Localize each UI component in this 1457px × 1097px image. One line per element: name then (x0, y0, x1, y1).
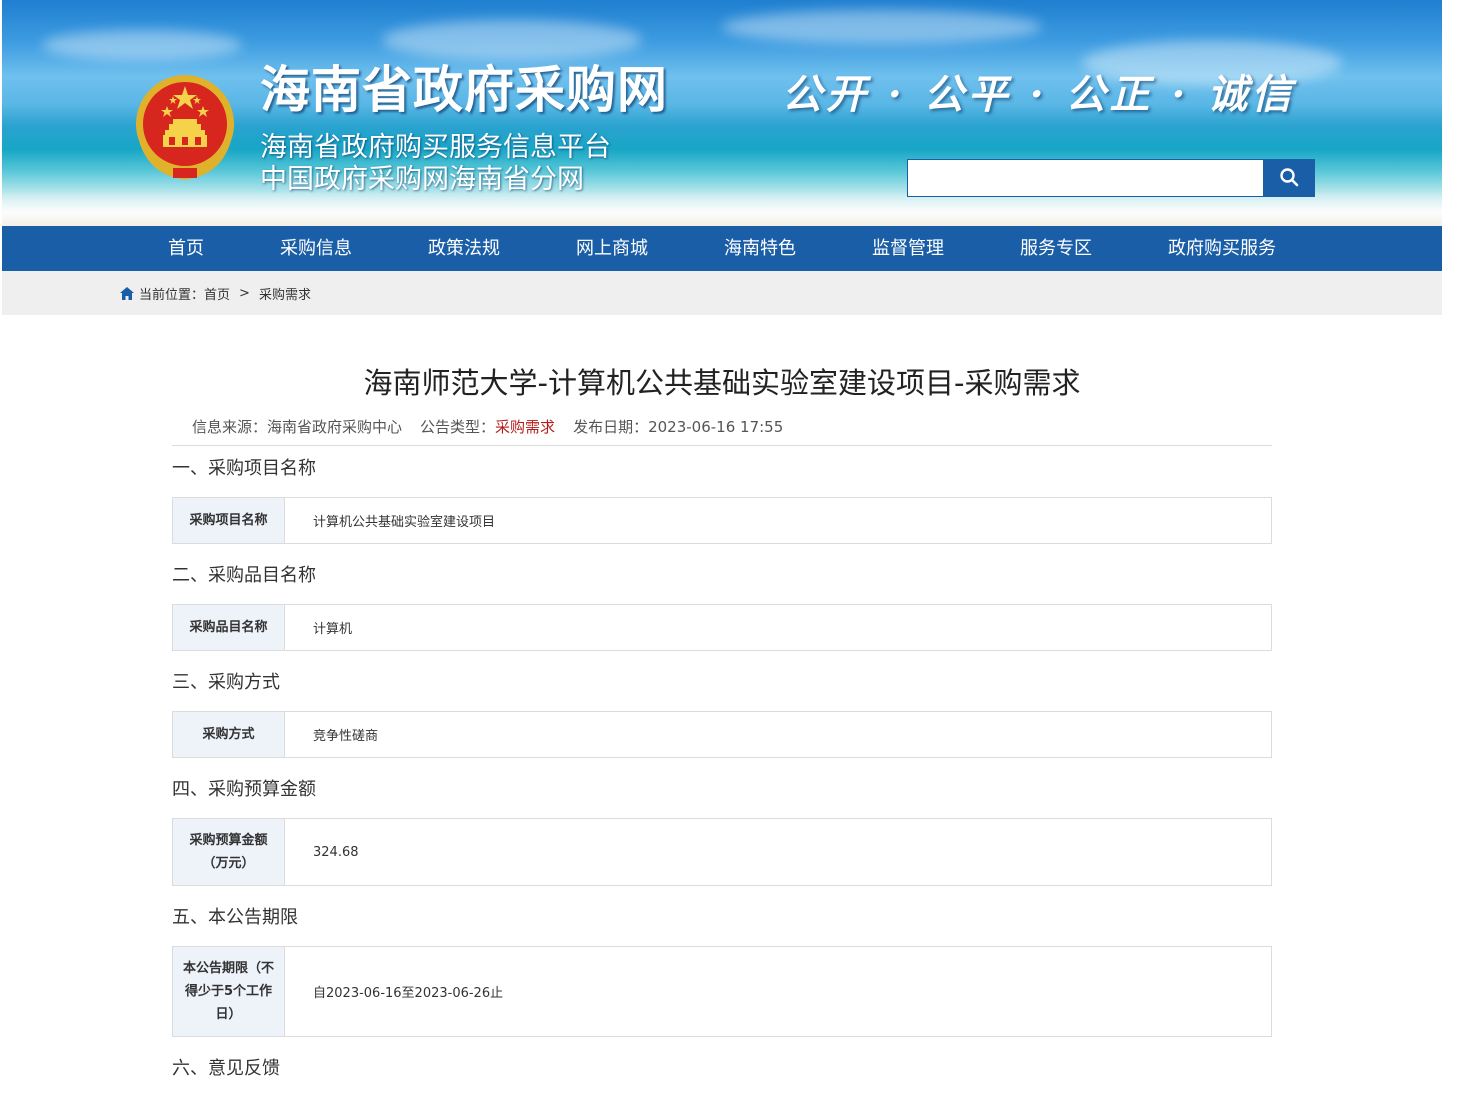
nav-item-online-mall[interactable]: 网上商城 (576, 226, 648, 271)
field-row-method: 采购方式 竞争性磋商 (172, 711, 1272, 758)
breadcrumb-home-link[interactable]: 首页 (204, 284, 230, 303)
field-label: 采购预算金额（万元） (173, 819, 285, 885)
nav-item-policies[interactable]: 政策法规 (428, 226, 500, 271)
field-value: 324.68 (313, 844, 359, 860)
search-icon (1279, 167, 1299, 190)
breadcrumb-current: 采购需求 (258, 287, 311, 303)
nav-item-gov-purchase-services[interactable]: 政府购买服务 (1168, 226, 1276, 271)
section-heading-project-name: 一、采购项目名称 (172, 458, 316, 479)
section-heading-method: 三、采购方式 (172, 672, 280, 693)
search-button[interactable] (1263, 159, 1315, 197)
article-meta: 信息来源：海南省政府采购中心 公告类型：采购需求 发布日期：2023-06-16 1… (172, 416, 1272, 438)
publish-date-value: 2023-06-16 17:55 (648, 418, 784, 436)
site-subtitle-branch: 中国政府采购网海南省分网 (260, 164, 584, 195)
source-label: 信息来源： (192, 418, 268, 436)
breadcrumb-separator: > (239, 285, 250, 301)
field-value: 竞争性磋商 (313, 729, 379, 744)
field-label: 采购项目名称 (173, 498, 285, 543)
divider (172, 445, 1272, 446)
field-value: 自2023-06-16至2023-06-26止 (313, 986, 504, 1001)
nav-item-hainan-features[interactable]: 海南特色 (724, 226, 796, 271)
main-nav: 首页 采购信息 政策法规 网上商城 海南特色 监督管理 服务专区 政府购买服务 (2, 226, 1442, 271)
field-label: 采购品目名称 (173, 605, 285, 650)
notice-type-label: 公告类型： (420, 418, 496, 436)
header-banner: 海南省政府采购网 海南省政府购买服务信息平台 中国政府采购网海南省分网 公开 ·… (2, 0, 1442, 226)
breadcrumb-bar: 当前位置： 首页 > 采购需求 (2, 271, 1442, 315)
section-heading-notice-period: 五、本公告期限 (172, 907, 298, 928)
breadcrumb: 当前位置： 首页 > 采购需求 (120, 271, 311, 315)
home-icon (120, 286, 134, 300)
page: 海南省政府采购网 海南省政府购买服务信息平台 中国政府采购网海南省分网 公开 ·… (2, 0, 1442, 315)
notice-type-value: 采购需求 (495, 418, 556, 436)
section-heading-budget: 四、采购预算金额 (172, 779, 316, 800)
field-value: 计算机公共基础实验室建设项目 (313, 515, 496, 530)
article-title: 海南师范大学-计算机公共基础实验室建设项目-采购需求 (363, 366, 1081, 400)
national-emblem-icon (133, 72, 237, 180)
publish-date-label: 发布日期： (573, 418, 649, 436)
field-label: 本公告期限（不得少于5个工作日） (173, 947, 285, 1036)
nav-item-supervision[interactable]: 监督管理 (872, 226, 944, 271)
article: 海南师范大学-计算机公共基础实验室建设项目-采购需求 信息来源：海南省政府采购中… (172, 363, 1272, 1081)
section-heading-item-name: 二、采购品目名称 (172, 565, 316, 586)
field-row-budget: 采购预算金额（万元） 324.68 (172, 818, 1272, 886)
nav-item-home[interactable]: 首页 (168, 226, 204, 271)
search-input[interactable] (907, 159, 1275, 197)
nav-item-service-zone[interactable]: 服务专区 (1020, 226, 1092, 271)
site-title: 海南省政府采购网 (260, 61, 668, 119)
field-value: 计算机 (313, 622, 353, 637)
field-row-item-name: 采购品目名称 计算机 (172, 604, 1272, 651)
section-heading-feedback: 六、意见反馈 (172, 1058, 280, 1079)
field-row-notice-period: 本公告期限（不得少于5个工作日） 自2023-06-16至2023-06-26止 (172, 946, 1272, 1037)
field-row-project-name: 采购项目名称 计算机公共基础实验室建设项目 (172, 497, 1272, 544)
field-label: 采购方式 (173, 712, 285, 757)
breadcrumb-label: 当前位置： (139, 287, 205, 303)
nav-item-procurement-info[interactable]: 采购信息 (280, 226, 352, 271)
site-slogan: 公开 · 公平 · 公正 · 诚信 (782, 71, 1296, 118)
source-value: 海南省政府采购中心 (267, 418, 403, 436)
